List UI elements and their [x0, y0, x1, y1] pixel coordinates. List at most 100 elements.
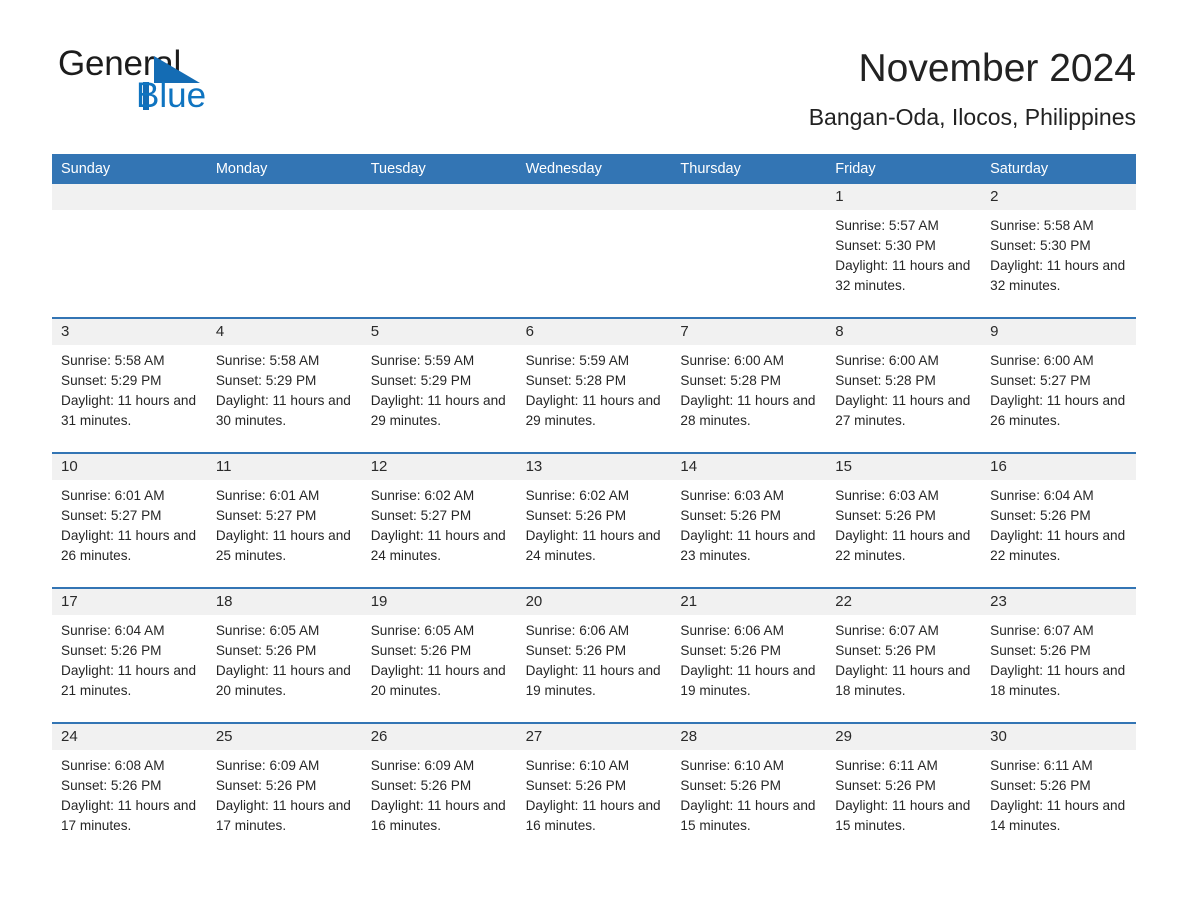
sunset-text: Sunset: 5:28 PM [525, 372, 627, 388]
sunrise-text: Sunrise: 6:05 AM [215, 622, 320, 638]
day-cell[interactable]: 12 Sunrise: 6:02 AM Sunset: 5:27 PM Dayligh… [361, 453, 517, 587]
day-number: 4 [215, 322, 225, 340]
day-cell[interactable]: 24 Sunrise: 6:08 AM Sunset: 5:26 PM Dayligh… [52, 723, 207, 857]
day-details: Sunrise: 6:02 AM Sunset: 5:26 PM Daylight:… [517, 480, 672, 566]
day-details: Sunrise: 6:10 AM Sunset: 5:26 PM Daylight:… [671, 750, 826, 836]
day-cell[interactable]: 7 Sunrise: 6:00 AM Sunset: 5:28 PM Daylight… [671, 318, 827, 452]
day-number-band: 24 [52, 723, 207, 750]
day-cell[interactable]: 15 Sunrise: 6:03 AM Sunset: 5:26 PM Dayligh… [826, 453, 982, 587]
sunrise-text: Sunrise: 5:57 AM [835, 217, 939, 233]
day-details: Sunrise: 5:58 AM Sunset: 5:30 PM Daylight:… [981, 210, 1136, 296]
day-number-band: 28 [671, 723, 827, 750]
day-cell[interactable]: 17 Sunrise: 6:04 AM Sunset: 5:26 PM Dayligh… [52, 588, 207, 722]
day-cell[interactable]: 14 Sunrise: 6:03 AM Sunset: 5:26 PM Dayligh… [671, 453, 827, 587]
day-details: Sunrise: 6:02 AM Sunset: 5:27 PM Daylight:… [362, 480, 517, 566]
daylight-text: Daylight: 11 hours and 15 minutes. [680, 797, 816, 833]
daylight-text: Daylight: 11 hours and 18 minutes. [835, 662, 971, 698]
sunset-text: Sunset: 5:28 PM [835, 372, 936, 388]
sunrise-text: Sunrise: 5:58 AM [61, 352, 165, 368]
sunset-text: Sunset: 5:26 PM [370, 777, 472, 793]
sunrise-text: Sunrise: 6:04 AM [990, 487, 1094, 503]
day-number-band: 21 [671, 588, 827, 615]
day-number: 2 [990, 187, 999, 205]
day-number: 14 [680, 457, 698, 475]
day-number: 12 [370, 457, 388, 475]
day-cell[interactable]: 5 Sunrise: 5:59 AM Sunset: 5:29 PM Daylight… [361, 318, 517, 452]
day-details: Sunrise: 6:03 AM Sunset: 5:26 PM Daylight:… [671, 480, 826, 566]
day-number-band: 19 [361, 588, 517, 615]
sunrise-text: Sunrise: 6:00 AM [990, 352, 1094, 368]
sunrise-text: Sunrise: 6:07 AM [835, 622, 939, 638]
day-cell[interactable]: 20 Sunrise: 6:06 AM Sunset: 5:26 PM Dayligh… [516, 588, 672, 722]
day-cell[interactable]: 18 Sunrise: 6:05 AM Sunset: 5:26 PM Dayligh… [206, 588, 362, 722]
day-cell[interactable]: 13 Sunrise: 6:02 AM Sunset: 5:26 PM Dayligh… [516, 453, 672, 587]
day-cell[interactable]: 26 Sunrise: 6:09 AM Sunset: 5:26 PM Dayligh… [361, 723, 517, 857]
day-cell[interactable]: 19 Sunrise: 6:05 AM Sunset: 5:26 PM Dayligh… [361, 588, 517, 722]
day-number-band [361, 183, 517, 210]
day-number-band: 3 [52, 318, 207, 345]
sunrise-text: Sunrise: 6:08 AM [61, 757, 165, 773]
day-number-band: 16 [981, 453, 1136, 480]
day-cell[interactable]: 21 Sunrise: 6:06 AM Sunset: 5:26 PM Dayligh… [671, 588, 827, 722]
day-cell[interactable]: 28 Sunrise: 6:10 AM Sunset: 5:26 PM Dayligh… [671, 723, 827, 857]
day-number-band: 20 [516, 588, 672, 615]
day-number: 30 [990, 727, 1007, 745]
calendar-week-row: 24 Sunrise: 6:08 AM Sunset: 5:26 PM Dayligh… [52, 721, 1136, 857]
week-grid: 3 Sunrise: 5:58 AM Sunset: 5:29 PM Daylight… [52, 318, 1136, 452]
day-number: 23 [990, 592, 1007, 610]
calendar-weeks: 1 Sunrise: 5:57 AM Sunset: 5:30 PM Daylight… [52, 183, 1136, 857]
day-number: 9 [990, 322, 999, 340]
day-number: 19 [370, 592, 388, 610]
daylight-text: Daylight: 11 hours and 32 minutes. [835, 257, 971, 293]
weekday-friday: Friday [835, 160, 876, 177]
day-cell[interactable]: 16 Sunrise: 6:04 AM Sunset: 5:26 PM Dayligh… [981, 453, 1136, 587]
day-number-band: 13 [516, 453, 672, 480]
sunrise-text: Sunrise: 6:05 AM [370, 622, 475, 638]
sunrise-text: Sunrise: 6:00 AM [680, 352, 784, 368]
day-cell[interactable]: 9 Sunrise: 6:00 AM Sunset: 5:27 PM Daylight… [981, 318, 1136, 452]
daylight-text: Daylight: 11 hours and 16 minutes. [525, 797, 661, 833]
day-cell[interactable]: 10 Sunrise: 6:01 AM Sunset: 5:27 PM Dayligh… [52, 453, 207, 587]
day-cell[interactable]: 11 Sunrise: 6:01 AM Sunset: 5:27 PM Dayligh… [206, 453, 362, 587]
day-number: 25 [215, 727, 233, 745]
day-cell[interactable]: 6 Sunrise: 5:59 AM Sunset: 5:28 PM Daylight… [516, 318, 672, 452]
day-cell-empty [671, 183, 827, 317]
day-details: Sunrise: 6:05 AM Sunset: 5:26 PM Daylight:… [362, 615, 517, 701]
day-details: Sunrise: 6:06 AM Sunset: 5:26 PM Daylight:… [517, 615, 672, 701]
day-number-band: 9 [981, 318, 1136, 345]
sunrise-text: Sunrise: 6:01 AM [215, 487, 320, 503]
day-number-band: 22 [826, 588, 982, 615]
day-cell[interactable]: 25 Sunrise: 6:09 AM Sunset: 5:26 PM Dayligh… [206, 723, 362, 857]
sunrise-text: Sunrise: 6:02 AM [370, 487, 475, 503]
day-number-band: 18 [206, 588, 362, 615]
sunrise-text: Sunrise: 5:58 AM [215, 352, 320, 368]
daylight-text: Daylight: 11 hours and 26 minutes. [61, 527, 197, 563]
day-number-band [206, 183, 362, 210]
day-details: Sunrise: 5:58 AM Sunset: 5:29 PM Daylight:… [52, 345, 207, 431]
weekday-wednesday: Wednesday [525, 160, 602, 177]
day-cell[interactable]: 3 Sunrise: 5:58 AM Sunset: 5:29 PM Daylight… [52, 318, 207, 452]
week-grid: 1 Sunrise: 5:57 AM Sunset: 5:30 PM Daylight… [52, 183, 1136, 317]
day-details: Sunrise: 6:09 AM Sunset: 5:26 PM Daylight:… [207, 750, 362, 836]
day-cell[interactable]: 23 Sunrise: 6:07 AM Sunset: 5:26 PM Dayligh… [981, 588, 1136, 722]
day-cell[interactable]: 2 Sunrise: 5:58 AM Sunset: 5:30 PM Daylight… [981, 183, 1136, 317]
day-details: Sunrise: 6:03 AM Sunset: 5:26 PM Daylight:… [826, 480, 981, 566]
day-details: Sunrise: 6:11 AM Sunset: 5:26 PM Daylight:… [826, 750, 981, 836]
day-details: Sunrise: 6:07 AM Sunset: 5:26 PM Daylight:… [826, 615, 981, 701]
day-cell[interactable]: 22 Sunrise: 6:07 AM Sunset: 5:26 PM Dayligh… [826, 588, 982, 722]
daylight-text: Daylight: 11 hours and 24 minutes. [525, 527, 661, 563]
day-details: Sunrise: 6:07 AM Sunset: 5:26 PM Daylight:… [981, 615, 1136, 701]
day-cell[interactable]: 30 Sunrise: 6:11 AM Sunset: 5:26 PM Dayligh… [981, 723, 1136, 857]
day-cell[interactable]: 4 Sunrise: 5:58 AM Sunset: 5:29 PM Daylight… [206, 318, 362, 452]
daylight-text: Daylight: 11 hours and 29 minutes. [525, 392, 661, 428]
general-blue-logo[interactable]: General Blue [58, 46, 318, 126]
day-cell[interactable]: 1 Sunrise: 5:57 AM Sunset: 5:30 PM Daylight… [826, 183, 982, 317]
day-cell[interactable]: 8 Sunrise: 6:00 AM Sunset: 5:28 PM Daylight… [826, 318, 982, 452]
day-cell[interactable]: 27 Sunrise: 6:10 AM Sunset: 5:26 PM Dayligh… [516, 723, 672, 857]
weekday-thursday: Thursday [680, 160, 741, 177]
day-cell[interactable]: 29 Sunrise: 6:11 AM Sunset: 5:26 PM Dayligh… [826, 723, 982, 857]
daylight-text: Daylight: 11 hours and 29 minutes. [370, 392, 506, 428]
daylight-text: Daylight: 11 hours and 19 minutes. [680, 662, 816, 698]
day-number: 28 [680, 727, 698, 745]
location-subtitle: Bangan-Oda, Ilocos, Philippines [808, 104, 1136, 131]
